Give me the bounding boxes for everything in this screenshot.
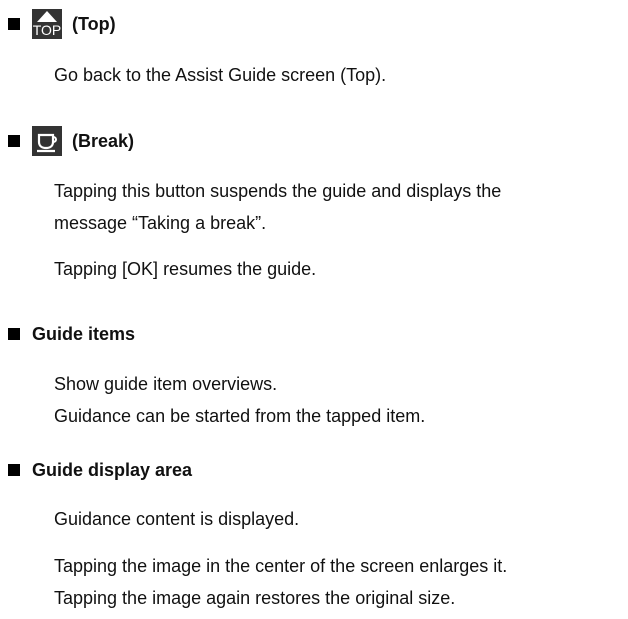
paragraph-line: Tapping this button suspends the guide a… <box>54 181 502 201</box>
section-heading-break: (Break) <box>8 126 134 156</box>
paragraph-line: Tapping the image in the center of the s… <box>54 556 508 576</box>
paragraph-line: Guidance can be started from the tapped … <box>54 406 426 426</box>
section-heading-guide-items: Guide items <box>8 324 135 344</box>
paragraph-line: Go back to the Assist Guide screen (Top)… <box>54 65 387 85</box>
paragraph-line: message “Taking a break”. <box>54 213 267 233</box>
paragraph-guide-items-1: Show guide item overviews. Guidance can … <box>54 368 425 432</box>
coffee-cup-icon <box>37 133 57 153</box>
paragraph-top-1: Go back to the Assist Guide screen (Top)… <box>54 59 386 91</box>
paragraph-line: Tapping the image again restores the ori… <box>54 588 456 608</box>
heading-text-guide-items: Guide items <box>32 324 136 344</box>
paragraph-line: Show guide item overviews. <box>54 374 278 394</box>
top-button-icon: TOP <box>32 9 62 39</box>
paragraph-display-area-2: Tapping the image in the center of the s… <box>54 550 507 614</box>
paragraph-line: Tapping [OK] resumes the guide. <box>54 259 317 279</box>
heading-text-top: (Top) <box>72 14 116 34</box>
heading-text-break: (Break) <box>72 131 135 151</box>
paragraph-break-2: Tapping [OK] resumes the guide. <box>54 253 316 285</box>
help-page: TOP (Top) Go back to the Assist Guide sc… <box>0 0 628 619</box>
paragraph-display-area-1: Guidance content is displayed. <box>54 503 299 535</box>
square-bullet-icon <box>8 18 20 30</box>
section-heading-guide-display-area: Guide display area <box>8 460 192 480</box>
square-bullet-icon <box>8 464 20 476</box>
paragraph-line: Guidance content is displayed. <box>54 509 300 529</box>
heading-text-guide-display-area: Guide display area <box>32 460 193 480</box>
top-icon-label: TOP <box>32 22 62 38</box>
section-heading-top: TOP (Top) <box>8 9 116 39</box>
paragraph-break-1: Tapping this button suspends the guide a… <box>54 175 501 239</box>
square-bullet-icon <box>8 135 20 147</box>
break-button-icon <box>32 126 62 156</box>
square-bullet-icon <box>8 328 20 340</box>
